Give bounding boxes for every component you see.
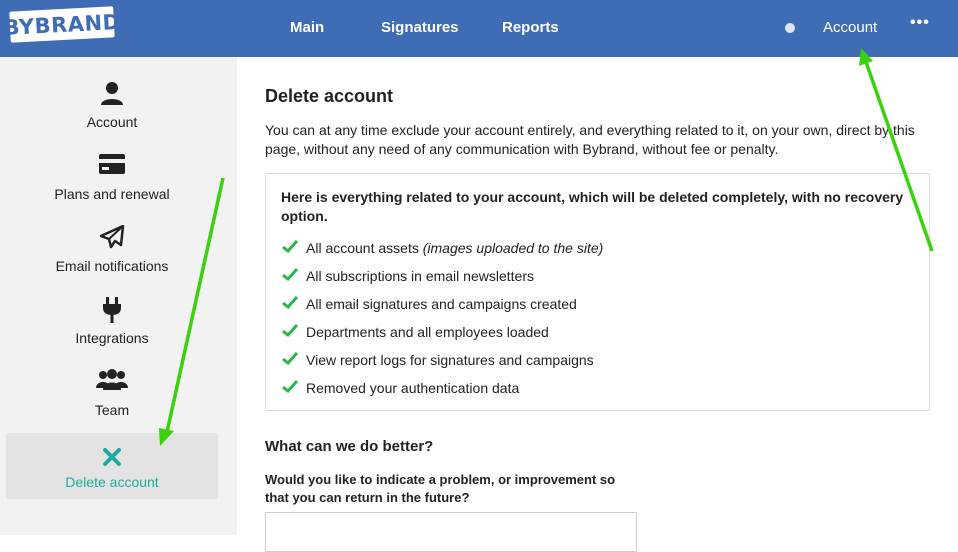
plug-icon <box>103 297 121 323</box>
sidebar-item-label: Plans and renewal <box>54 186 170 202</box>
nav-account[interactable]: Account <box>823 19 877 36</box>
check-icon <box>282 324 299 337</box>
check-icon <box>282 296 299 309</box>
sidebar-item-label: Email notifications <box>55 258 169 274</box>
list-item: All email signatures and campaigns creat… <box>280 296 577 312</box>
sidebar-item-delete-account[interactable]: Delete account <box>6 433 218 499</box>
users-icon <box>96 369 128 390</box>
settings-sidebar: Account Plans and renewal Email notifica… <box>0 57 237 535</box>
user-icon <box>101 82 123 105</box>
list-item: View report logs for signatures and camp… <box>280 352 594 368</box>
check-icon <box>282 268 299 281</box>
status-dot-icon <box>785 23 795 33</box>
panel-heading: Here is everything related to your accou… <box>281 189 904 224</box>
list-item: All account assets (images uploaded to t… <box>280 240 603 256</box>
more-menu-icon[interactable]: ••• <box>910 14 930 32</box>
list-item-text: View report logs for signatures and camp… <box>306 352 594 368</box>
list-item-text: All email signatures and campaigns creat… <box>306 296 577 312</box>
list-item-text: All subscriptions in email newsletters <box>306 268 534 284</box>
page-title: Delete account <box>265 86 394 106</box>
sidebar-item-email-notifications[interactable]: Email notifications <box>6 201 218 274</box>
feedback-section-title: What can we do better? <box>265 438 434 455</box>
check-icon <box>282 240 299 253</box>
check-icon <box>282 380 299 393</box>
list-item-text: Departments and all employees loaded <box>306 324 549 340</box>
sidebar-item-integrations[interactable]: Integrations <box>6 273 218 346</box>
list-item-text: Removed your authentication data <box>306 380 520 396</box>
close-icon <box>103 448 121 466</box>
feedback-question: Would you like to indicate a problem, or… <box>265 472 616 505</box>
sidebar-item-plans[interactable]: Plans and renewal <box>6 129 218 202</box>
list-item-note: (images uploaded to the site) <box>422 240 604 256</box>
sidebar-item-label: Team <box>94 402 130 418</box>
sidebar-item-label: Integrations <box>75 330 149 346</box>
sidebar-item-label: Delete account <box>65 474 159 490</box>
credit-card-icon <box>99 154 125 174</box>
deletion-info-panel: Here is everything related to your accou… <box>265 173 930 411</box>
list-item-text: All account assets <box>306 240 419 256</box>
bybrand-logo[interactable]: BYBRAND <box>3 6 121 43</box>
sidebar-item-team[interactable]: Team <box>6 345 218 418</box>
list-item: Removed your authentication data <box>280 380 519 396</box>
nav-main[interactable]: Main <box>290 19 324 36</box>
list-item: All subscriptions in email newsletters <box>280 268 534 284</box>
top-navigation-bar: BYBRAND Main Signatures Reports Account … <box>0 0 958 57</box>
check-icon <box>282 352 299 365</box>
feedback-textarea[interactable] <box>265 512 637 552</box>
sidebar-item-account[interactable]: Account <box>6 57 218 130</box>
logo-text: BYBRAND <box>2 9 122 40</box>
nav-signatures[interactable]: Signatures <box>381 19 459 36</box>
sidebar-item-label: Account <box>86 114 138 130</box>
nav-reports[interactable]: Reports <box>502 19 559 36</box>
paper-plane-icon <box>99 225 125 249</box>
list-item: Departments and all employees loaded <box>280 324 549 340</box>
intro-text: You can at any time exclude your account… <box>265 122 915 157</box>
